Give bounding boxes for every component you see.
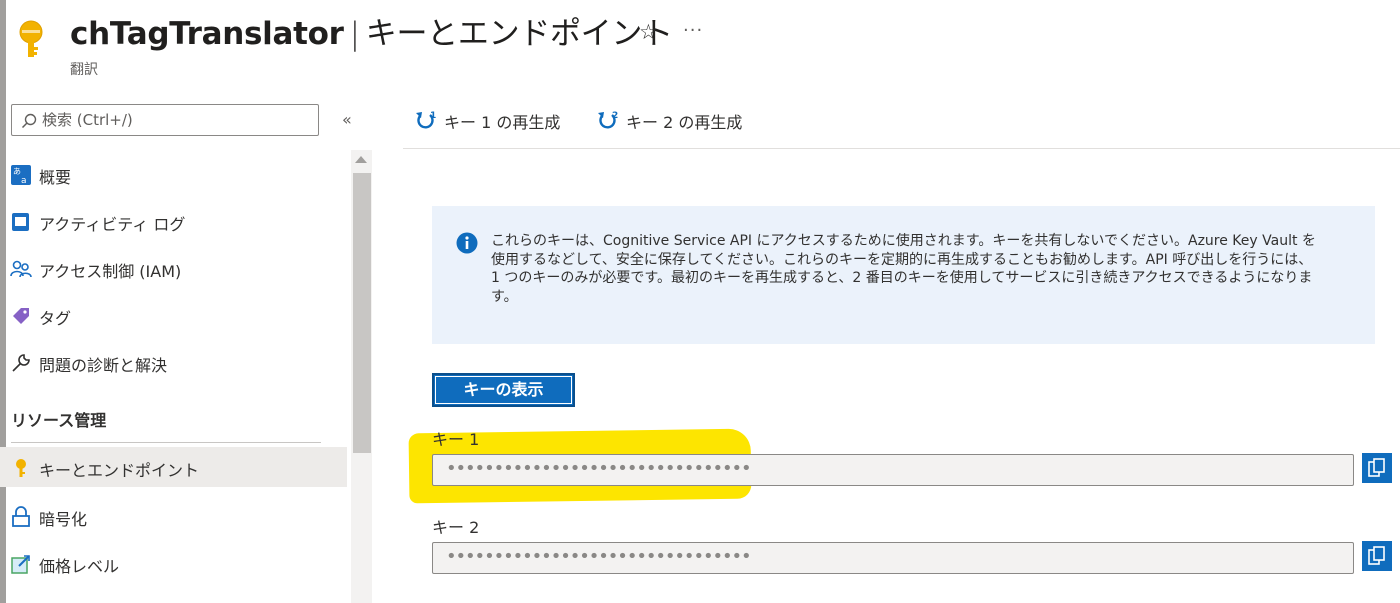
regenerate-key1-button[interactable]: 1 キー 1 の再生成	[414, 106, 584, 134]
edit-square-icon	[11, 555, 30, 574]
people-icon	[10, 260, 32, 278]
regenerate-key1-label: キー 1 の再生成	[444, 113, 561, 132]
page-title: chTagTranslator | キーとエンドポイント	[70, 8, 673, 53]
section-divider	[11, 442, 321, 443]
section-header-resource-management: リソース管理	[11, 411, 107, 430]
toolbar-divider	[403, 148, 1400, 149]
sidebar-item-label: アクティビティ ログ	[39, 215, 186, 234]
refresh-icon: 2	[598, 111, 618, 129]
refresh-icon: 1	[416, 111, 436, 129]
sidebar-item-label: 問題の診断と解決	[39, 356, 168, 375]
more-options-icon[interactable]: ···	[683, 20, 703, 41]
title-separator: |	[349, 16, 360, 52]
scroll-up-arrow-icon[interactable]	[355, 156, 367, 163]
copy-icon	[1368, 546, 1385, 565]
translator-overview-icon: あ a	[11, 165, 31, 186]
collapse-sidebar-icon[interactable]: «	[342, 110, 352, 129]
key2-value: ••••••••••••••••••••••••••••••••	[446, 546, 752, 567]
sidebar-item-tags[interactable]: タグ	[0, 295, 347, 335]
copy-icon	[1368, 458, 1385, 477]
info-message-box: これらのキーは、Cognitive Service API にアクセスするために…	[432, 206, 1375, 344]
lock-icon	[12, 506, 30, 527]
sidebar-item-label: 暗号化	[39, 510, 88, 529]
wrench-icon	[12, 354, 30, 372]
show-keys-button[interactable]: キーの表示	[432, 373, 575, 407]
regenerate-key2-button[interactable]: 2 キー 2 の再生成	[596, 106, 766, 134]
svg-text:あ: あ	[13, 167, 21, 176]
sidebar-item-label: 概要	[39, 168, 72, 187]
sidebar-item-pricing-tier[interactable]: 価格レベル	[0, 543, 347, 583]
sidebar-item-keys-endpoint[interactable]: キーとエンドポイント	[0, 447, 347, 487]
sidebar-item-overview[interactable]: あ a 概要	[0, 154, 347, 194]
key1-label: キー 1	[432, 430, 480, 449]
info-message-text: これらのキーは、Cognitive Service API にアクセスするために…	[491, 233, 1316, 305]
svg-text:2: 2	[612, 111, 618, 121]
copy-key2-button[interactable]	[1362, 541, 1392, 571]
sidebar-item-activity-log[interactable]: アクティビティ ログ	[0, 201, 347, 241]
info-icon	[456, 232, 478, 254]
key1-field[interactable]: ••••••••••••••••••••••••••••••••	[432, 454, 1354, 486]
copy-key1-button[interactable]	[1362, 453, 1392, 483]
sidebar-item-label: 価格レベル	[39, 557, 120, 576]
regenerate-key2-label: キー 2 の再生成	[626, 113, 743, 132]
tag-icon	[13, 308, 29, 324]
resource-name: chTagTranslator	[70, 16, 344, 52]
sidebar-item-iam[interactable]: アクセス制御 (IAM)	[0, 248, 347, 288]
sidebar-item-label: キーとエンドポイント	[39, 461, 200, 480]
favorite-star-icon[interactable]: ☆	[639, 20, 658, 44]
scrollbar-thumb[interactable]	[353, 173, 371, 453]
sidebar-search[interactable]	[11, 104, 319, 136]
search-icon	[21, 113, 37, 129]
search-input[interactable]	[42, 109, 312, 131]
svg-text:a: a	[21, 176, 27, 186]
key-icon	[16, 459, 26, 477]
svg-text:1: 1	[430, 111, 436, 121]
key2-label: キー 2	[432, 518, 480, 537]
page-subtitle: 翻訳	[70, 62, 98, 78]
key2-field[interactable]: ••••••••••••••••••••••••••••••••	[432, 542, 1354, 574]
activity-log-icon	[12, 213, 29, 231]
sidebar-item-diagnose[interactable]: 問題の診断と解決	[0, 342, 347, 382]
key-icon	[18, 20, 44, 64]
sidebar-item-encryption[interactable]: 暗号化	[0, 496, 347, 536]
sidebar-item-label: アクセス制御 (IAM)	[39, 262, 182, 281]
key1-value: ••••••••••••••••••••••••••••••••	[446, 458, 752, 479]
page-name: キーとエンドポイント	[365, 16, 673, 52]
sidebar-item-label: タグ	[39, 309, 72, 328]
